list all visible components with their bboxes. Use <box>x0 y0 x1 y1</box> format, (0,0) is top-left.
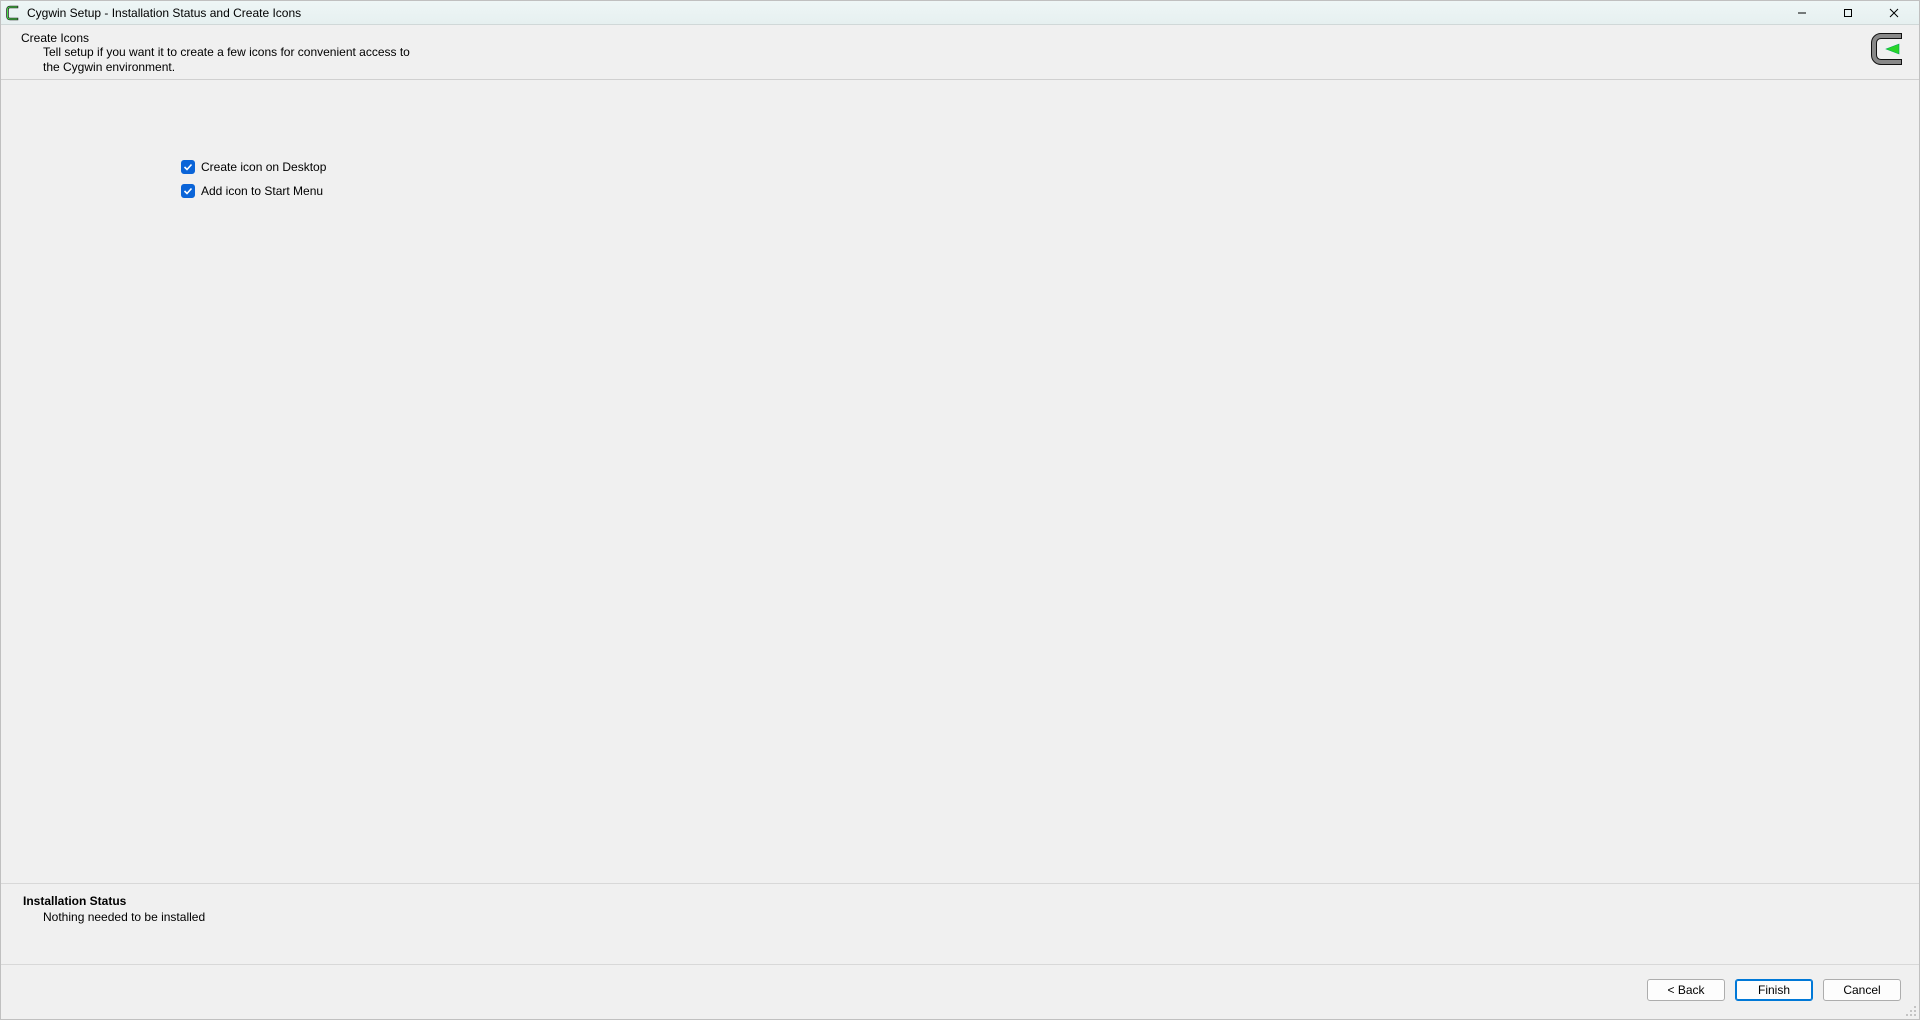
create-desktop-icon-label: Create icon on Desktop <box>201 160 326 174</box>
create-desktop-icon-option[interactable]: Create icon on Desktop <box>181 160 1919 174</box>
add-start-menu-icon-label: Add icon to Start Menu <box>201 184 323 198</box>
close-button[interactable] <box>1871 2 1917 24</box>
minimize-button[interactable] <box>1779 2 1825 24</box>
installation-status-section: Installation Status Nothing needed to be… <box>1 883 1919 964</box>
window-title: Cygwin Setup - Installation Status and C… <box>27 6 301 20</box>
resize-grip-icon[interactable] <box>1903 1003 1917 1017</box>
checkbox-checked-icon <box>181 160 195 174</box>
back-button[interactable]: < Back <box>1647 979 1725 1001</box>
header-subtitle: Tell setup if you want it to create a fe… <box>43 45 423 75</box>
wizard-header: Create Icons Tell setup if you want it t… <box>1 25 1919 80</box>
cygwin-logo-icon <box>1869 31 1905 67</box>
maximize-button[interactable] <box>1825 2 1871 24</box>
titlebar: Cygwin Setup - Installation Status and C… <box>1 1 1919 25</box>
finish-button[interactable]: Finish <box>1735 979 1813 1001</box>
wizard-footer: < Back Finish Cancel <box>1 964 1919 1019</box>
installer-window: Cygwin Setup - Installation Status and C… <box>0 0 1920 1020</box>
status-title: Installation Status <box>23 894 1899 908</box>
cancel-button[interactable]: Cancel <box>1823 979 1901 1001</box>
add-start-menu-icon-option[interactable]: Add icon to Start Menu <box>181 184 1919 198</box>
cygwin-icon <box>5 5 21 21</box>
checkbox-checked-icon <box>181 184 195 198</box>
wizard-content: Create icon on Desktop Add icon to Start… <box>1 80 1919 883</box>
status-message: Nothing needed to be installed <box>43 910 1899 924</box>
header-title: Create Icons <box>21 31 1907 45</box>
